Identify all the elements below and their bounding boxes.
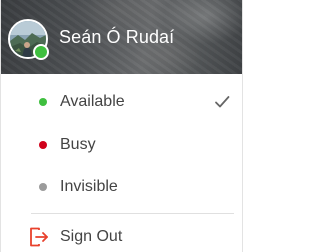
busy-status-dot-icon	[39, 141, 47, 149]
status-option-invisible[interactable]: Invisible	[1, 167, 242, 207]
sign-out-button[interactable]: Sign Out	[1, 219, 242, 252]
available-status-dot-icon	[39, 98, 47, 106]
user-name: Seán Ó Rudaí	[59, 27, 175, 47]
checkmark-icon	[215, 96, 230, 108]
presence-indicator	[33, 44, 49, 60]
status-option-busy[interactable]: Busy	[1, 125, 242, 165]
status-menu: Seán Ó Rudaí Available Busy Invisible Si…	[0, 0, 243, 252]
status-label: Invisible	[60, 178, 118, 195]
status-label: Busy	[60, 136, 96, 153]
sign-out-label: Sign Out	[60, 228, 123, 245]
invisible-status-dot-icon	[39, 183, 47, 191]
menu-divider	[31, 213, 234, 214]
profile-header: Seán Ó Rudaí	[1, 0, 242, 74]
status-label: Available	[60, 93, 125, 110]
status-option-available[interactable]: Available	[1, 82, 242, 122]
sign-out-icon	[30, 227, 48, 247]
